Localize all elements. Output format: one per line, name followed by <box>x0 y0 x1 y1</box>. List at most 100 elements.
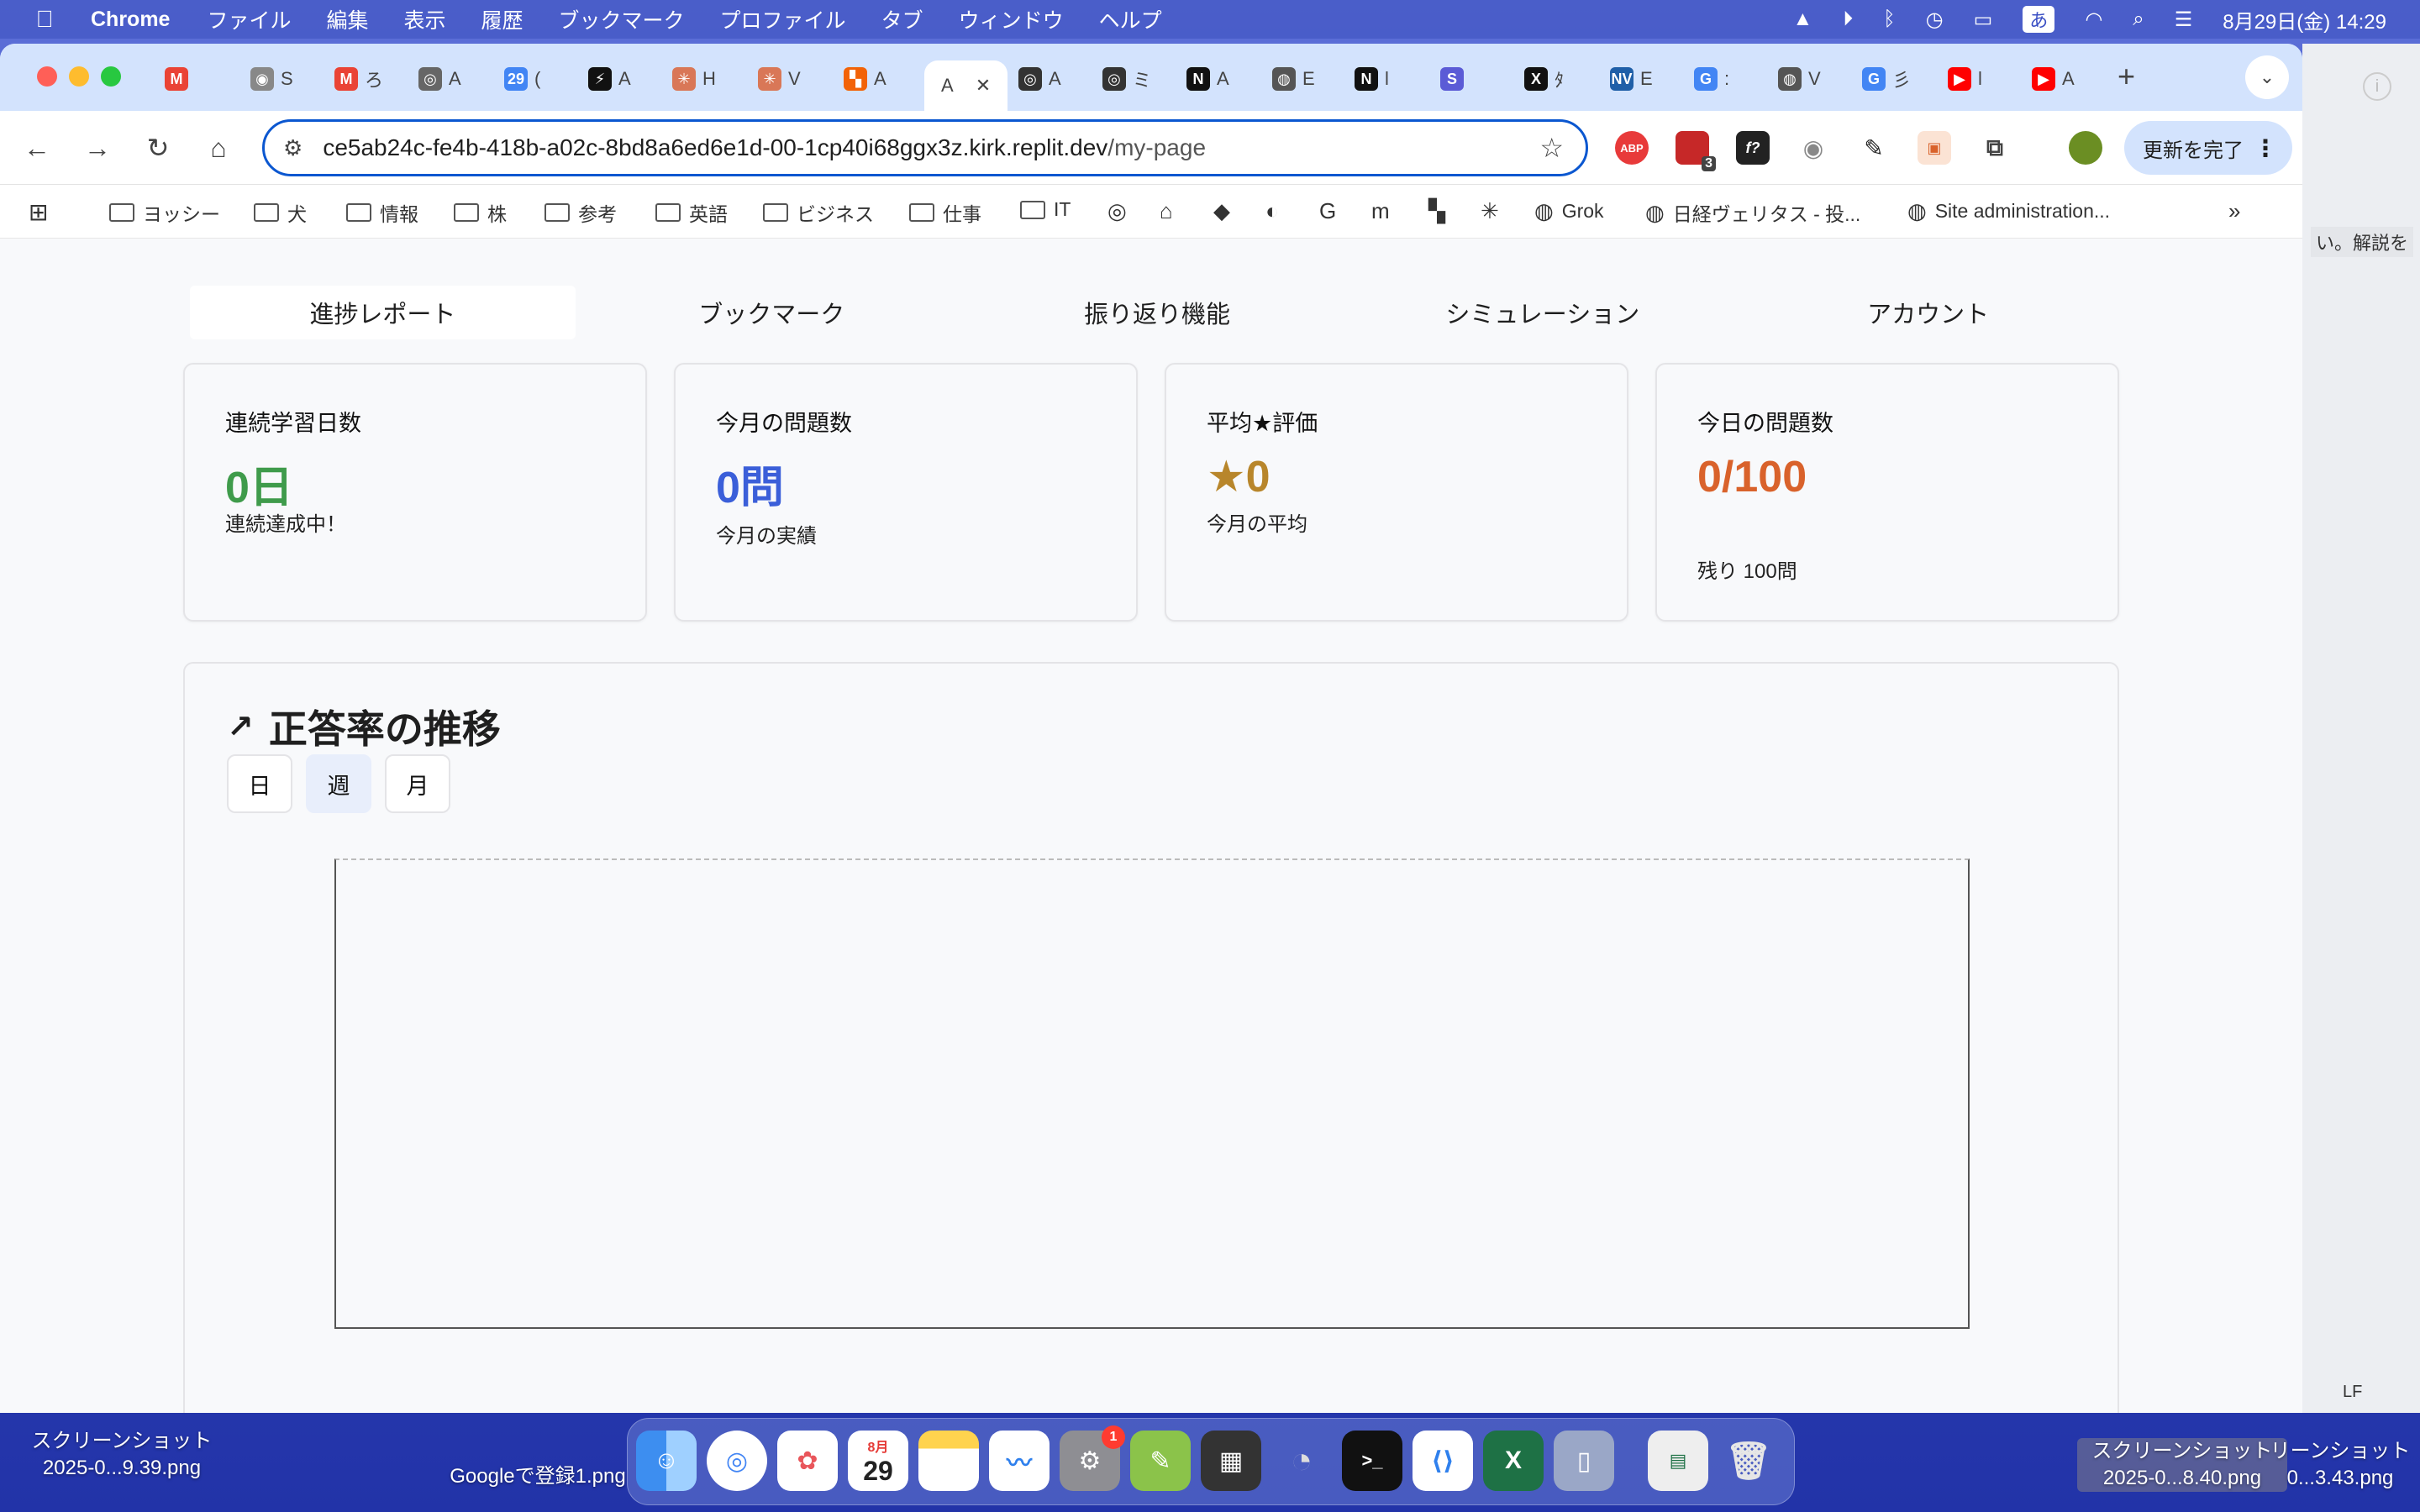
play-icon[interactable]: ⏵ <box>1843 8 1853 31</box>
range-day-button[interactable]: 日 <box>227 754 292 813</box>
menu-window[interactable]: ウィンドウ <box>959 4 1064 34</box>
istat-icon[interactable]: ◔ <box>1271 1431 1332 1491</box>
menu-history[interactable]: 履歴 <box>481 4 523 34</box>
address-bar[interactable]: ⚙ ce5ab24c-fe4b-418b-a02c-8bd8a6ed6e1d-0… <box>262 119 1588 176</box>
bookmark-item[interactable]: ◍ Grok <box>1534 198 1604 224</box>
tab-simulation[interactable]: シミュレーション <box>1349 282 1735 343</box>
browser-tab[interactable]: ▶ A <box>2032 60 2075 97</box>
bookmark-item[interactable]: 株 <box>454 198 507 227</box>
finder-icon[interactable]: ☺ <box>636 1431 697 1491</box>
drive-icon[interactable]: ▲ <box>1792 8 1812 31</box>
time-machine-icon[interactable]: ◷ <box>1926 8 1944 32</box>
apple-icon[interactable]:  <box>32 6 57 33</box>
adblock-extension-icon[interactable]: ABP <box>1615 131 1649 165</box>
terminal-icon[interactable]: >_ <box>1342 1431 1402 1491</box>
browser-tab[interactable]: ◎ A <box>1018 60 1061 97</box>
bookmark-item[interactable]: ◍ Site administration... <box>1907 198 2110 224</box>
close-window-button[interactable] <box>37 66 57 87</box>
browser-tab[interactable]: ✳ V <box>758 60 801 97</box>
menu-bookmarks[interactable]: ブックマーク <box>559 4 685 34</box>
translate-bookmark-icon[interactable]: G <box>1319 198 1336 224</box>
photos-icon[interactable]: ✿ <box>777 1431 838 1491</box>
new-tab-button[interactable]: + <box>2118 59 2135 94</box>
spotlight-search-icon[interactable]: ⌕ <box>2133 8 2144 31</box>
browser-tab[interactable]: ◍ V <box>1778 60 1821 97</box>
claude-bookmark-icon[interactable]: ✳ <box>1481 198 1499 224</box>
browser-tab[interactable]: G: <box>1694 60 1729 97</box>
browser-tab[interactable]: A ✕ <box>924 60 1008 111</box>
excel-icon[interactable]: X <box>1483 1431 1544 1491</box>
tab-progress-report[interactable]: 進捗レポート <box>190 286 576 339</box>
browser-tab[interactable]: NV E <box>1610 60 1653 97</box>
bookmark-item[interactable]: ビジネス <box>763 198 874 227</box>
extension-badge-icon[interactable]: 3 <box>1676 131 1716 171</box>
more-menu-icon[interactable]: ⋮ <box>2254 134 2277 162</box>
browser-tab[interactable]: Mろ <box>334 60 383 97</box>
close-tab-icon[interactable]: ✕ <box>976 75 991 97</box>
tab-account[interactable]: アカウント <box>1735 282 2121 343</box>
menu-view[interactable]: 表示 <box>404 4 446 34</box>
clock-bookmark-icon[interactable]: ◐ <box>1265 198 1279 224</box>
trash-icon[interactable]: 🗑 <box>1718 1431 1779 1491</box>
pdf-extension-icon[interactable]: ▣ <box>1918 131 1951 165</box>
medium-bookmark-icon[interactable]: m <box>1371 198 1390 224</box>
browser-tab[interactable]: ◍ E <box>1272 60 1315 97</box>
camera-extension-icon[interactable]: ◉ <box>1797 131 1830 165</box>
replit-bookmark-icon[interactable]: ▚ <box>1428 198 1445 224</box>
calculator-icon[interactable]: ▦ <box>1201 1431 1261 1491</box>
desktop-file[interactable]: スクリーンショット 2025-0...9.39.png <box>17 1428 227 1482</box>
iphone-mirroring-icon[interactable]: ▯ <box>1554 1431 1614 1491</box>
profile-avatar[interactable] <box>2069 131 2102 165</box>
bookmark-item[interactable]: 仕事 <box>909 198 981 227</box>
bookmark-item[interactable]: 犬 <box>254 198 307 227</box>
menu-edit[interactable]: 編集 <box>326 4 368 34</box>
browser-tab[interactable]: 29 ( <box>504 60 540 97</box>
apps-grid-icon[interactable]: ⊞ <box>29 198 48 226</box>
reload-button[interactable]: ↻ <box>139 129 176 166</box>
browser-tab[interactable]: ◉ S <box>250 60 293 97</box>
home-button[interactable]: ⌂ <box>200 129 237 166</box>
update-button[interactable]: 更新を完了 ⋮ <box>2124 121 2292 175</box>
browser-tab[interactable]: Xﾀ <box>1524 60 1564 97</box>
home-bookmark-icon[interactable]: ⌂ <box>1160 198 1173 224</box>
downloads-stack-icon[interactable]: ▤ <box>1648 1431 1708 1491</box>
menu-profile[interactable]: プロファイル <box>720 4 846 34</box>
input-mode-indicator[interactable]: あ <box>2023 6 2055 33</box>
more-bookmarks-icon[interactable]: » <box>2228 198 2240 224</box>
browser-tab[interactable]: ▚ A <box>844 60 886 97</box>
range-month-button[interactable]: 月 <box>385 754 450 813</box>
menu-tab[interactable]: タブ <box>881 4 923 34</box>
control-center-icon[interactable]: ☰ <box>2175 8 2193 32</box>
menu-help[interactable]: ヘルプ <box>1099 4 1162 34</box>
bookmark-item[interactable]: ヨッシー <box>109 198 220 227</box>
desktop-file[interactable]: Googleで登録1.png <box>437 1463 639 1490</box>
clock[interactable]: 8月29日(金) 14:29 <box>2223 5 2386 34</box>
browser-tab[interactable]: G彡 <box>1862 60 1911 97</box>
menu-file[interactable]: ファイル <box>207 4 291 34</box>
notes-icon[interactable] <box>918 1431 979 1491</box>
browser-tab[interactable]: NA <box>1186 60 1229 97</box>
menu-app-name[interactable]: Chrome <box>91 8 170 32</box>
eyedropper-extension-icon[interactable]: ✎ <box>1857 131 1891 165</box>
bookmark-item[interactable]: ◍ 日経ヴェリタス - 投... <box>1645 198 1860 227</box>
browser-tab[interactable]: ◎ A <box>418 60 461 97</box>
openai-bookmark-icon[interactable]: ◎ <box>1107 198 1127 224</box>
browser-tab[interactable]: M <box>165 60 195 97</box>
site-info-icon[interactable]: ⚙ <box>283 135 302 161</box>
browser-tab[interactable]: ▶ l <box>1948 60 1982 97</box>
system-settings-icon[interactable]: ⚙ 1 <box>1060 1425 1125 1491</box>
browser-tab[interactable]: S <box>1440 60 1470 97</box>
numbers-icon[interactable]: ✎ <box>1130 1431 1191 1491</box>
vscode-icon[interactable]: ⟨⟩ <box>1413 1431 1473 1491</box>
browser-tab[interactable]: Nl <box>1355 60 1389 97</box>
calendar-icon[interactable]: 8月 29 <box>848 1431 908 1491</box>
freeform-icon[interactable]: 〰 <box>989 1431 1050 1491</box>
zoom-window-button[interactable] <box>101 66 121 87</box>
bookmark-item[interactable]: 英語 <box>655 198 728 227</box>
bookmark-star-icon[interactable]: ☆ <box>1539 132 1564 164</box>
tab-review[interactable]: 振り返り機能 <box>965 282 1350 343</box>
bluetooth-icon[interactable]: ᛒ <box>1883 8 1895 31</box>
devin-bookmark-icon[interactable]: ◆ <box>1213 198 1230 224</box>
extensions-puzzle-icon[interactable]: ⧉ <box>1978 131 2012 165</box>
bookmark-item[interactable]: 参考 <box>544 198 617 227</box>
